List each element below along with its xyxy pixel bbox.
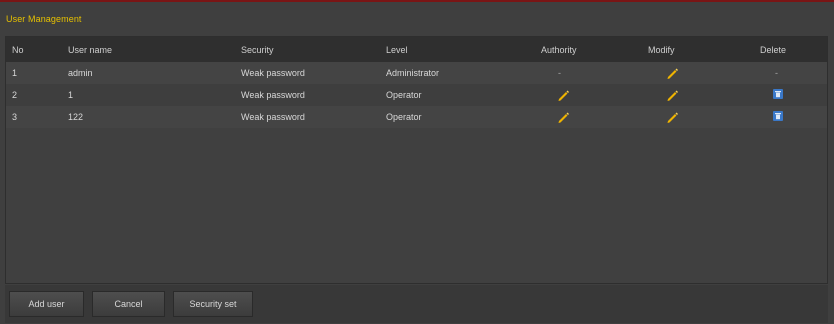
delete-unavailable: - <box>775 68 778 78</box>
column-header-security: Security <box>241 45 274 55</box>
pencil-icon[interactable] <box>664 65 680 81</box>
button-bar: Add user Cancel Security set <box>5 285 828 323</box>
row-level: Operator <box>386 112 422 122</box>
column-header-modify: Modify <box>648 45 675 55</box>
row-level: Administrator <box>386 68 440 78</box>
row-security: Weak password <box>241 90 305 100</box>
page-title: User Management <box>6 14 82 24</box>
security-set-button[interactable]: Security set <box>173 291 253 317</box>
table-row[interactable]: 2 1 Weak password Operator <box>6 84 827 106</box>
trash-icon[interactable] <box>772 88 788 104</box>
trash-icon[interactable] <box>772 110 788 126</box>
table-row[interactable]: 1 admin Weak password Administrator - - <box>6 62 827 84</box>
row-user-name: admin <box>68 68 93 78</box>
pencil-icon[interactable] <box>555 87 571 103</box>
row-user-name: 1 <box>68 90 74 100</box>
row-level: Operator <box>386 90 422 100</box>
column-header-user-name: User name <box>68 45 113 55</box>
column-header-delete: Delete <box>760 45 787 55</box>
pencil-icon[interactable] <box>555 109 571 125</box>
table-row[interactable]: 3 122 Weak password Operator <box>6 106 827 128</box>
pencil-icon[interactable] <box>664 109 680 125</box>
cancel-button[interactable]: Cancel <box>92 291 165 317</box>
column-header-level: Level <box>386 45 408 55</box>
row-number: 3 <box>12 112 18 122</box>
authority-unavailable: - <box>558 68 561 78</box>
row-security: Weak password <box>241 68 305 78</box>
pencil-icon[interactable] <box>664 87 680 103</box>
row-number: 2 <box>12 90 18 100</box>
user-table: No User name Security Level Authority Mo… <box>5 36 828 284</box>
column-header-no: No <box>12 45 24 55</box>
row-number: 1 <box>12 68 18 78</box>
row-security: Weak password <box>241 112 305 122</box>
add-user-button[interactable]: Add user <box>9 291 84 317</box>
user-management-window: User Management No User name Security Le… <box>0 0 834 324</box>
row-user-name: 122 <box>68 112 84 122</box>
column-header-authority: Authority <box>541 45 577 55</box>
table-header: No User name Security Level Authority Mo… <box>6 37 827 62</box>
